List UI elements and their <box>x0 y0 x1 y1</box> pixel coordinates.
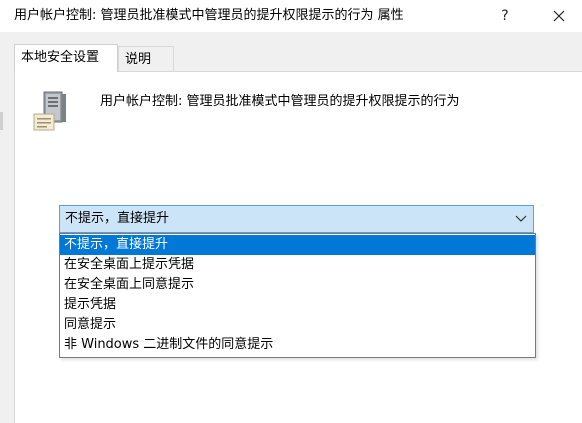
close-icon <box>553 10 565 22</box>
server-icon <box>33 91 66 131</box>
close-button[interactable] <box>536 0 582 32</box>
window-edge-fragment <box>0 112 3 130</box>
dropdown-option-elevate-without-prompt[interactable]: 不提示，直接提升 <box>60 235 535 255</box>
behavior-combobox[interactable]: 不提示，直接提升 <box>59 205 534 233</box>
tab-strip: 本地安全设置 说明 <box>14 44 574 72</box>
dropdown-option-prompt-consent-secure-desktop[interactable]: 在安全桌面上同意提示 <box>60 275 535 295</box>
tab-explain[interactable]: 说明 <box>118 46 174 72</box>
tab-label: 说明 <box>125 52 152 67</box>
dropdown-option-prompt-credentials[interactable]: 提示凭据 <box>60 295 535 315</box>
combobox-dropdown-list: 不提示，直接提升 在安全桌面上提示凭据 在安全桌面上同意提示 提示凭据 同意提示… <box>59 233 536 358</box>
dropdown-option-consent-non-windows-binaries[interactable]: 非 Windows 二进制文件的同意提示 <box>60 335 535 355</box>
title-bar: 用户帐户控制: 管理员批准模式中管理员的提升权限提示的行为 属性 ? <box>0 0 582 32</box>
properties-dialog: 用户帐户控制: 管理员批准模式中管理员的提升权限提示的行为 属性 ? 本地安全设… <box>0 0 582 423</box>
policy-description: 用户帐户控制: 管理员批准模式中管理员的提升权限提示的行为 <box>100 94 460 109</box>
dropdown-option-prompt-consent[interactable]: 同意提示 <box>60 315 535 335</box>
combobox-value: 不提示，直接提升 <box>65 211 170 226</box>
dropdown-option-prompt-credentials-secure-desktop[interactable]: 在安全桌面上提示凭据 <box>60 255 535 275</box>
tab-label: 本地安全设置 <box>21 50 100 65</box>
help-icon: ? <box>501 8 509 24</box>
window-title: 用户帐户控制: 管理员批准模式中管理员的提升权限提示的行为 属性 <box>14 8 404 23</box>
chevron-down-icon <box>515 215 527 222</box>
help-button[interactable]: ? <box>482 0 528 32</box>
tab-local-security-setting[interactable]: 本地安全设置 <box>14 44 118 72</box>
